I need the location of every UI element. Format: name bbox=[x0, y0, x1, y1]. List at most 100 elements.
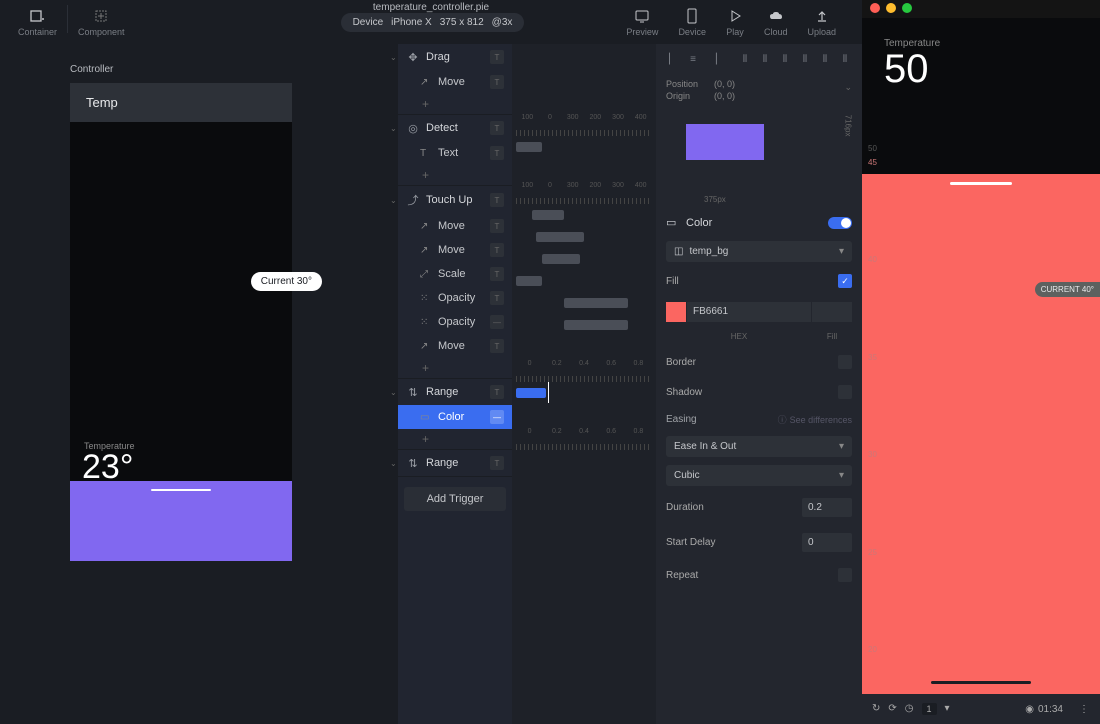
sim-temp-bg[interactable] bbox=[862, 174, 1100, 694]
timeline-panel[interactable]: 1000300200300400 1000300200300400 00.20.… bbox=[512, 44, 656, 724]
text-icon: T bbox=[420, 148, 432, 159]
simulator-footer: ↻ ⟳ ◷ 1 ▾ ◉ 01:34 ⋮ bbox=[862, 694, 1100, 724]
duration-input[interactable]: 0.2 bbox=[802, 498, 852, 517]
editor-main: temperature_controller.pie Container Com… bbox=[0, 0, 862, 724]
timeline-bar[interactable] bbox=[542, 254, 580, 264]
maximize-icon[interactable] bbox=[902, 3, 912, 13]
device-selector[interactable]: Device iPhone X 375 x 812 @3x bbox=[341, 13, 525, 32]
add-action[interactable]: + bbox=[398, 429, 512, 449]
color-swatch[interactable] bbox=[666, 302, 686, 322]
chevron-down-icon[interactable]: ⌄ bbox=[844, 82, 852, 93]
more-icon[interactable]: ⋮ bbox=[1079, 704, 1090, 715]
timeline-bar[interactable] bbox=[516, 276, 542, 286]
border-checkbox[interactable] bbox=[838, 355, 852, 369]
history-icon[interactable]: ◷ bbox=[905, 703, 914, 715]
distribute-icon[interactable]: ⫴ bbox=[738, 52, 752, 66]
component-tool[interactable]: Component bbox=[68, 5, 135, 39]
shadow-checkbox[interactable] bbox=[838, 385, 852, 399]
action-row-move[interactable]: ↗MoveT bbox=[398, 238, 512, 262]
align-right-icon[interactable]: ▕ bbox=[706, 52, 720, 66]
trigger-detect[interactable]: ⌄◎DetectT bbox=[398, 115, 512, 141]
trigger-range[interactable]: ⌄⇅RangeT bbox=[398, 379, 512, 405]
shadow-row: Shadow bbox=[666, 381, 852, 403]
playhead[interactable] bbox=[548, 382, 549, 403]
timeline-bar[interactable] bbox=[564, 298, 628, 308]
action-row-move[interactable]: ↗MoveT bbox=[398, 334, 512, 358]
curve-select[interactable]: Cubic ▾ bbox=[666, 465, 852, 486]
upload-button[interactable]: Upload bbox=[797, 5, 846, 39]
temp-bg-bar[interactable] bbox=[70, 481, 292, 561]
container-tool[interactable]: Container bbox=[8, 5, 67, 39]
current-temp-pill[interactable]: Current 30° bbox=[251, 272, 322, 291]
shape-box[interactable] bbox=[686, 124, 764, 160]
chevron-down-icon: ⌄ bbox=[390, 388, 398, 397]
action-row-move[interactable]: ↗MoveT bbox=[398, 214, 512, 238]
close-icon[interactable] bbox=[870, 3, 880, 13]
simulator-screen[interactable]: Temperature 50 50 454035302520 CURRENT 4… bbox=[862, 18, 1100, 694]
distribute-icon[interactable]: ⫴ bbox=[798, 52, 812, 66]
border-row: Border bbox=[666, 351, 852, 373]
chevron-down-icon: ▾ bbox=[839, 246, 844, 257]
move-icon: ↗ bbox=[420, 341, 432, 352]
timeline-ruler: 1000300200300400 bbox=[512, 180, 656, 198]
add-action[interactable]: + bbox=[398, 358, 512, 378]
color-toggle[interactable] bbox=[828, 217, 852, 229]
fill-extra[interactable] bbox=[812, 302, 852, 322]
repeat-checkbox[interactable] bbox=[838, 568, 852, 582]
minimize-icon[interactable] bbox=[886, 3, 896, 13]
action-row-opacity[interactable]: ⁙Opacity— bbox=[398, 310, 512, 334]
window-traffic-lights[interactable] bbox=[870, 3, 912, 13]
device-button[interactable]: Device bbox=[668, 5, 716, 39]
align-left-icon[interactable]: ▏ bbox=[666, 52, 680, 66]
distribute-icon[interactable]: ⫴ bbox=[758, 52, 772, 66]
action-row-text[interactable]: TTextT bbox=[398, 141, 512, 165]
add-action[interactable]: + bbox=[398, 165, 512, 185]
distribute-icon[interactable]: ⫴ bbox=[838, 52, 852, 66]
timeline-bar[interactable] bbox=[564, 320, 628, 330]
add-trigger-button[interactable]: Add Trigger bbox=[404, 487, 506, 511]
align-center-icon[interactable]: ≡ bbox=[686, 52, 700, 66]
timeline-bar[interactable] bbox=[532, 210, 564, 220]
timeline-bar-active[interactable] bbox=[516, 388, 546, 398]
action-row-color[interactable]: ▭Color— bbox=[398, 405, 512, 429]
trigger-range[interactable]: ⌄⇅RangeT bbox=[398, 450, 512, 476]
canvas-area[interactable]: Controller Temp Current 30° Temperature … bbox=[0, 44, 398, 724]
timeline-ruler: 1000300200300400 bbox=[512, 112, 656, 130]
range-icon: ⇅ bbox=[406, 386, 420, 399]
action-row-move[interactable]: ↗MoveT bbox=[398, 70, 512, 94]
reload-icon[interactable]: ↻ bbox=[872, 703, 880, 715]
easing-select[interactable]: Ease In & Out ▾ bbox=[666, 436, 852, 457]
phone-header: Temp bbox=[70, 83, 292, 122]
record-icon[interactable]: ◉ bbox=[1025, 704, 1034, 715]
cycle-icon[interactable]: ⟳ bbox=[888, 703, 896, 715]
distribute-icon[interactable]: ⫴ bbox=[818, 52, 832, 66]
timeline-bar[interactable] bbox=[536, 232, 584, 242]
delay-input[interactable]: 0 bbox=[802, 533, 852, 552]
add-action[interactable]: + bbox=[398, 94, 512, 114]
distribute-icon[interactable]: ⫴ bbox=[778, 52, 792, 66]
easing-info[interactable]: ⓘSee differences bbox=[778, 413, 852, 426]
device-size: 375 x 812 bbox=[440, 17, 484, 28]
action-row-scale[interactable]: ⤢ScaleT bbox=[398, 262, 512, 286]
layer-select[interactable]: ◫ temp_bg ▾ bbox=[666, 241, 852, 262]
chevron-down-icon[interactable]: ▾ bbox=[945, 703, 950, 715]
trigger-drag[interactable]: ⌄✥DragT bbox=[398, 44, 512, 70]
delay-label: Start Delay bbox=[666, 537, 802, 548]
preview-button[interactable]: Preview bbox=[616, 5, 668, 39]
info-icon: ⓘ bbox=[778, 413, 787, 426]
action-row-opacity[interactable]: ⁙OpacityT bbox=[398, 286, 512, 310]
color-section-icon: ▭ bbox=[666, 216, 680, 229]
trigger-touchup[interactable]: ⌄⤴Touch UpT bbox=[398, 186, 512, 214]
sim-scale-ticks: 454035302520 bbox=[868, 158, 888, 654]
hex-input[interactable]: FB6661 bbox=[687, 302, 811, 322]
play-button[interactable]: Play bbox=[716, 5, 754, 39]
chevron-down-icon: ▾ bbox=[839, 470, 844, 481]
chevron-down-icon: ⌄ bbox=[390, 459, 398, 468]
fill-checkbox[interactable]: ✓ bbox=[838, 274, 852, 288]
cloud-button[interactable]: Cloud bbox=[754, 5, 798, 39]
step-counter[interactable]: 1 bbox=[922, 703, 937, 715]
move-icon: ↗ bbox=[420, 77, 432, 88]
color-section-header[interactable]: ▭ Color bbox=[666, 212, 852, 233]
timeline-bar[interactable] bbox=[516, 142, 542, 152]
phone-canvas[interactable]: Temp Current 30° Temperature 23° bbox=[70, 83, 292, 561]
